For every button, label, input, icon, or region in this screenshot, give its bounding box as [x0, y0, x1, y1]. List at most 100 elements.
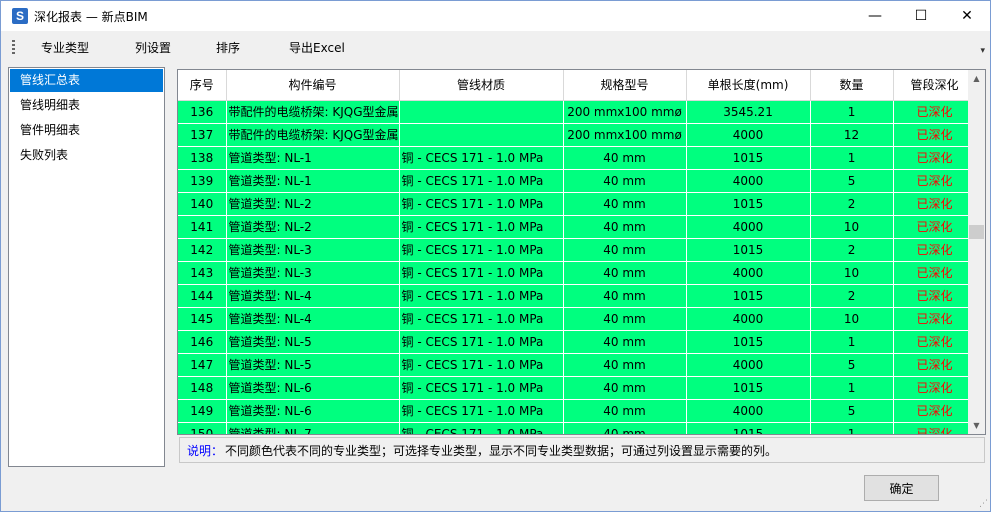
cell-length[interactable]: 3545.21	[686, 100, 811, 124]
cell-material[interactable]: 铜 - CECS 171 - 1.0 MPa	[399, 330, 564, 354]
cell-material[interactable]: 铜 - CECS 171 - 1.0 MPa	[399, 399, 564, 423]
cell-length[interactable]: 1015	[686, 238, 811, 262]
cell-component[interactable]: 管道类型: NL-3	[226, 238, 400, 262]
cell-status[interactable]: 已深化	[893, 192, 977, 216]
cell-component[interactable]: 管道类型: NL-5	[226, 353, 400, 377]
column-header-spec[interactable]: 规格型号	[563, 70, 687, 101]
cell-length[interactable]: 1015	[686, 146, 811, 170]
table-row[interactable]: 148 管道类型: NL-6 铜 - CECS 171 - 1.0 MPa 40 mm…	[178, 376, 977, 400]
cell-quantity[interactable]: 2	[810, 238, 894, 262]
column-header-quantity[interactable]: 数量	[810, 70, 894, 101]
cell-spec[interactable]: 40 mm	[563, 422, 687, 434]
cell-component[interactable]: 带配件的电缆桥架: KJQG型金属	[226, 123, 400, 147]
cell-spec[interactable]: 40 mm	[563, 376, 687, 400]
cell-id[interactable]: 147	[178, 353, 227, 377]
cell-material[interactable]: 铜 - CECS 171 - 1.0 MPa	[399, 307, 564, 331]
cell-id[interactable]: 150	[178, 422, 227, 434]
scroll-up-icon[interactable]: ▲	[968, 70, 985, 87]
resize-grip-icon[interactable]: ⋰	[979, 499, 988, 509]
cell-component[interactable]: 管道类型: NL-1	[226, 146, 400, 170]
cell-material[interactable]: 铜 - CECS 171 - 1.0 MPa	[399, 169, 564, 193]
cell-id[interactable]: 138	[178, 146, 227, 170]
table-row[interactable]: 144 管道类型: NL-4 铜 - CECS 171 - 1.0 MPa 40 mm…	[178, 284, 977, 308]
cell-status[interactable]: 已深化	[893, 376, 977, 400]
cell-component[interactable]: 管道类型: NL-6	[226, 399, 400, 423]
sidebar-item-pipe-detail[interactable]: 管线明细表	[9, 93, 164, 118]
cell-spec[interactable]: 40 mm	[563, 330, 687, 354]
cell-id[interactable]: 146	[178, 330, 227, 354]
cell-id[interactable]: 148	[178, 376, 227, 400]
cell-spec[interactable]: 200 mmx100 mmø	[563, 100, 687, 124]
cell-component[interactable]: 管道类型: NL-6	[226, 376, 400, 400]
cell-component[interactable]: 管道类型: NL-2	[226, 192, 400, 216]
cell-status[interactable]: 已深化	[893, 284, 977, 308]
table-row[interactable]: 146 管道类型: NL-5 铜 - CECS 171 - 1.0 MPa 40 mm…	[178, 330, 977, 354]
scroll-down-icon[interactable]: ▼	[968, 417, 985, 434]
cell-id[interactable]: 143	[178, 261, 227, 285]
cell-spec[interactable]: 40 mm	[563, 353, 687, 377]
table-row[interactable]: 139 管道类型: NL-1 铜 - CECS 171 - 1.0 MPa 40 mm…	[178, 169, 977, 193]
cell-length[interactable]: 1015	[686, 330, 811, 354]
toolbar-export-excel[interactable]: 导出Excel	[289, 39, 345, 56]
table-row[interactable]: 137 带配件的电缆桥架: KJQG型金属 200 mmx100 mmø 4000 12…	[178, 123, 977, 147]
cell-component[interactable]: 管道类型: NL-3	[226, 261, 400, 285]
cell-id[interactable]: 136	[178, 100, 227, 124]
cell-length[interactable]: 4000	[686, 215, 811, 239]
cell-component[interactable]: 管道类型: NL-2	[226, 215, 400, 239]
cell-spec[interactable]: 40 mm	[563, 238, 687, 262]
cell-material[interactable]: 铜 - CECS 171 - 1.0 MPa	[399, 192, 564, 216]
cell-quantity[interactable]: 1	[810, 376, 894, 400]
ok-button[interactable]: 确定	[864, 475, 939, 501]
cell-id[interactable]: 145	[178, 307, 227, 331]
cell-spec[interactable]: 200 mmx100 mmø	[563, 123, 687, 147]
cell-status[interactable]: 已深化	[893, 261, 977, 285]
cell-material[interactable]: 铜 - CECS 171 - 1.0 MPa	[399, 376, 564, 400]
cell-quantity[interactable]: 2	[810, 284, 894, 308]
cell-quantity[interactable]: 10	[810, 261, 894, 285]
table-row[interactable]: 141 管道类型: NL-2 铜 - CECS 171 - 1.0 MPa 40 mm…	[178, 215, 977, 239]
cell-material[interactable]: 铜 - CECS 171 - 1.0 MPa	[399, 422, 564, 434]
cell-quantity[interactable]: 10	[810, 307, 894, 331]
column-header-component[interactable]: 构件编号	[226, 70, 400, 101]
cell-quantity[interactable]: 10	[810, 215, 894, 239]
cell-status[interactable]: 已深化	[893, 238, 977, 262]
cell-spec[interactable]: 40 mm	[563, 307, 687, 331]
table-row[interactable]: 145 管道类型: NL-4 铜 - CECS 171 - 1.0 MPa 40 mm…	[178, 307, 977, 331]
cell-length[interactable]: 4000	[686, 399, 811, 423]
table-row[interactable]: 149 管道类型: NL-6 铜 - CECS 171 - 1.0 MPa 40 mm…	[178, 399, 977, 423]
cell-id[interactable]: 139	[178, 169, 227, 193]
cell-length[interactable]: 1015	[686, 284, 811, 308]
cell-spec[interactable]: 40 mm	[563, 169, 687, 193]
close-button[interactable]: ✕	[944, 1, 990, 31]
cell-quantity[interactable]: 5	[810, 399, 894, 423]
cell-status[interactable]: 已深化	[893, 307, 977, 331]
cell-quantity[interactable]: 1	[810, 330, 894, 354]
cell-material[interactable]: 铜 - CECS 171 - 1.0 MPa	[399, 146, 564, 170]
cell-spec[interactable]: 40 mm	[563, 284, 687, 308]
sidebar-item-failure-list[interactable]: 失败列表	[9, 143, 164, 168]
cell-quantity[interactable]: 1	[810, 100, 894, 124]
cell-component[interactable]: 管道类型: NL-1	[226, 169, 400, 193]
table-row[interactable]: 143 管道类型: NL-3 铜 - CECS 171 - 1.0 MPa 40 mm…	[178, 261, 977, 285]
cell-status[interactable]: 已深化	[893, 146, 977, 170]
cell-status[interactable]: 已深化	[893, 123, 977, 147]
table-row[interactable]: 142 管道类型: NL-3 铜 - CECS 171 - 1.0 MPa 40 mm…	[178, 238, 977, 262]
cell-material[interactable]: 铜 - CECS 171 - 1.0 MPa	[399, 261, 564, 285]
cell-quantity[interactable]: 1	[810, 146, 894, 170]
maximize-button[interactable]: ☐	[898, 1, 944, 31]
cell-quantity[interactable]: 5	[810, 169, 894, 193]
cell-id[interactable]: 144	[178, 284, 227, 308]
minimize-button[interactable]: —	[852, 1, 898, 31]
cell-material[interactable]: 铜 - CECS 171 - 1.0 MPa	[399, 353, 564, 377]
cell-component[interactable]: 带配件的电缆桥架: KJQG型金属	[226, 100, 400, 124]
cell-status[interactable]: 已深化	[893, 422, 977, 434]
cell-status[interactable]: 已深化	[893, 330, 977, 354]
cell-spec[interactable]: 40 mm	[563, 261, 687, 285]
table-row[interactable]: 136 带配件的电缆桥架: KJQG型金属 200 mmx100 mmø 3545.2…	[178, 100, 977, 124]
cell-spec[interactable]: 40 mm	[563, 399, 687, 423]
cell-id[interactable]: 141	[178, 215, 227, 239]
cell-material[interactable]	[399, 123, 564, 147]
cell-id[interactable]: 142	[178, 238, 227, 262]
cell-component[interactable]: 管道类型: NL-4	[226, 307, 400, 331]
cell-component[interactable]: 管道类型: NL-7	[226, 422, 400, 434]
